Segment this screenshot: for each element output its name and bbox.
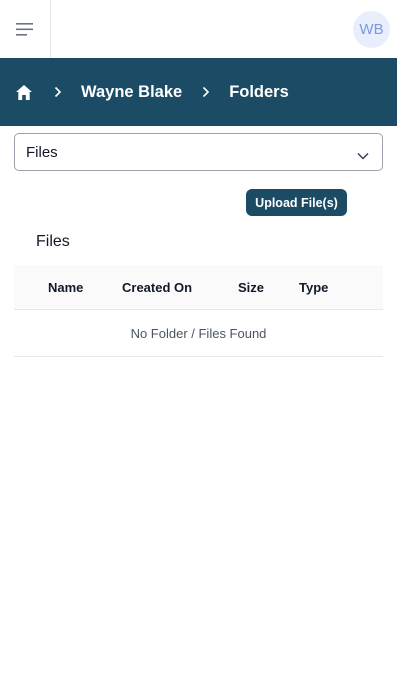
column-header-type[interactable]: Type <box>299 280 328 295</box>
chevron-right-icon <box>54 86 64 98</box>
top-bar: WB <box>0 0 397 58</box>
menu-button[interactable] <box>0 0 51 58</box>
breadcrumb-item-current: Folders <box>229 82 289 101</box>
breadcrumb-item-user[interactable]: Wayne Blake <box>81 83 182 102</box>
chevron-right-icon <box>202 86 212 98</box>
file-type-select[interactable]: Files <box>14 133 383 171</box>
files-table: Name Created On Size Type No Folder / Fi… <box>14 265 383 357</box>
chevron-down-icon <box>357 147 369 164</box>
table-header: Name Created On Size Type <box>14 265 383 310</box>
home-icon[interactable] <box>14 82 34 102</box>
column-header-created-on[interactable]: Created On <box>122 280 192 295</box>
column-header-size[interactable]: Size <box>238 280 264 295</box>
select-value: Files <box>26 143 58 161</box>
column-header-name[interactable]: Name <box>48 280 83 295</box>
menu-icon <box>16 22 34 36</box>
upload-files-button[interactable]: Upload File(s) <box>246 189 347 216</box>
section-title: Files <box>36 233 70 250</box>
empty-state-message: No Folder / Files Found <box>14 310 383 357</box>
breadcrumb: Wayne Blake Folders <box>0 58 397 126</box>
user-avatar[interactable]: WB <box>353 11 390 48</box>
